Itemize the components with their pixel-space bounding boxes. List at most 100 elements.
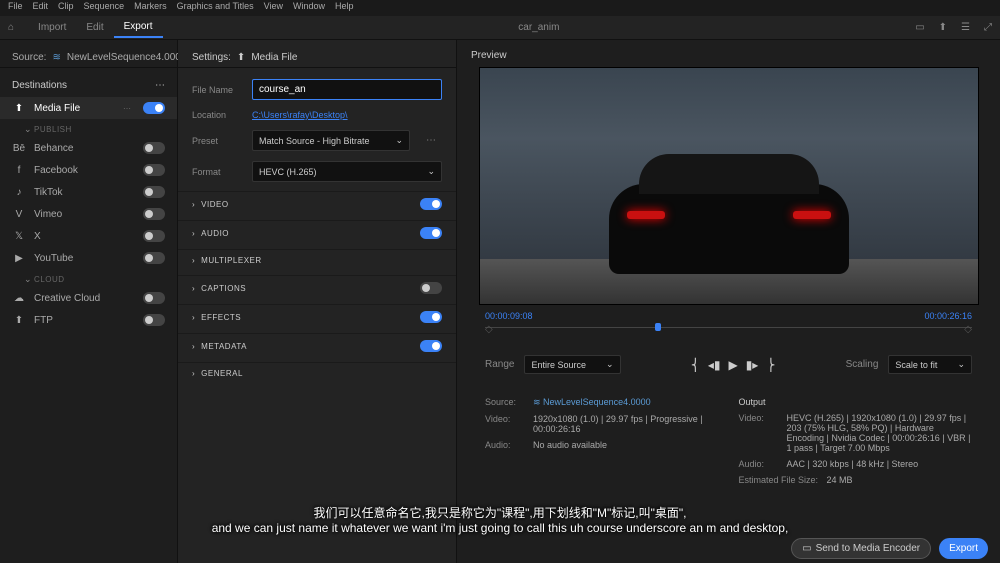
upload-icon: ⬆ [12,103,26,114]
home-icon[interactable]: ⌂ [8,22,14,33]
preview-viewport[interactable] [479,67,979,305]
preset-select[interactable]: Match Source - High Bitrate⌄ [252,130,410,151]
toggle[interactable] [143,164,165,176]
more-icon[interactable]: ⋯ [155,80,165,91]
export-button[interactable]: Export [939,538,988,559]
fullscreen-icon[interactable]: ⤢ [984,22,992,33]
cloud-section: ⌄CLOUD [0,269,177,287]
preview-panel: Preview 00:00:09:08 00:00:26:16 ◇ ◇ Rang… [457,40,1000,563]
encoder-icon: ▭ [802,543,811,554]
menu-clip[interactable]: Clip [58,1,74,15]
section-metadata[interactable]: ›METADATA [178,333,456,358]
timeline-scrubber[interactable]: ◇ ◇ [485,327,972,341]
menu-edit[interactable]: Edit [33,1,49,15]
tiktok-icon: ♪ [12,187,26,198]
section-multiplexer[interactable]: ›MULTIPLEXER [178,249,456,271]
x-icon: 𝕏 [12,231,26,242]
menu-sequence[interactable]: Sequence [84,1,125,15]
toggle[interactable] [143,230,165,242]
source-name: NewLevelSequence4.0000 [67,52,187,63]
dest-media-file[interactable]: ⬆ Media File ⋯ [0,97,177,119]
play-icon[interactable]: ▶ [728,358,737,372]
chevron-right-icon: › [192,256,195,265]
list-icon[interactable]: ☰ [961,22,970,33]
dest-facebook[interactable]: fFacebook [0,159,177,181]
share-icon[interactable]: ⬆ [939,22,947,33]
section-captions[interactable]: ›CAPTIONS [178,275,456,300]
vimeo-icon: V [12,209,26,220]
chevron-right-icon: › [192,342,195,351]
destinations-header: Destinations ⋯ [0,74,177,97]
prev-frame-icon[interactable]: ◂▮ [708,358,721,372]
item-more-icon[interactable]: ⋯ [123,104,131,113]
chevron-right-icon: › [192,200,195,209]
chevron-down-icon: ⌄ [957,359,965,370]
menu-file[interactable]: File [8,1,23,15]
menu-window[interactable]: Window [293,1,325,15]
section-video[interactable]: ›VIDEO [178,191,456,216]
toggle[interactable] [420,282,442,294]
tab-export[interactable]: Export [114,17,163,38]
section-effects[interactable]: ›EFFECTS [178,304,456,329]
send-to-encoder-button[interactable]: ▭Send to Media Encoder [791,538,931,559]
format-label: Format [192,167,242,177]
facebook-icon: f [12,165,26,176]
toggle[interactable] [143,142,165,154]
chevron-down-icon: ⌄ [427,166,435,177]
toggle[interactable] [143,252,165,264]
playhead[interactable] [655,323,661,331]
dest-toggle[interactable] [143,102,165,114]
project-title: car_anim [163,22,916,33]
format-select[interactable]: HEVC (H.265)⌄ [252,161,442,182]
publish-section: ⌄PUBLISH [0,119,177,137]
dest-vimeo[interactable]: VVimeo [0,203,177,225]
chevron-down-icon: ⌄ [606,359,614,370]
range-label: Range [485,359,514,370]
chevron-down-icon: ⌄ [395,135,403,146]
menu-help[interactable]: Help [335,1,354,15]
preset-more-icon[interactable]: ⋯ [420,135,442,146]
menu-view[interactable]: View [264,1,283,15]
ftp-icon: ⬆ [12,315,26,326]
location-link[interactable]: C:\Users\rafay\Desktop\ [252,110,348,120]
dest-youtube[interactable]: ▶YouTube [0,247,177,269]
dest-tiktok[interactable]: ♪TikTok [0,181,177,203]
tab-import[interactable]: Import [28,18,76,37]
dest-behance[interactable]: BēBehance [0,137,177,159]
dest-x[interactable]: 𝕏X [0,225,177,247]
settings-panel: Settings: ⬆ Media File File Name Locatio… [178,40,457,563]
mark-in-icon[interactable]: ⎨ [691,358,700,372]
top-bar: ⌂ Import Edit Export car_anim ▭ ⬆ ☰ ⤢ [0,16,1000,40]
output-metadata: Output Video:HEVC (H.265) | 1920x1080 (1… [739,394,973,488]
filename-input[interactable] [252,79,442,100]
dest-creative-cloud[interactable]: ☁Creative Cloud [0,287,177,309]
tab-edit[interactable]: Edit [76,18,113,37]
range-select[interactable]: Entire Source⌄ [524,355,620,374]
toggle[interactable] [420,198,442,210]
next-frame-icon[interactable]: ▮▸ [746,358,759,372]
section-general[interactable]: ›GENERAL [178,362,456,384]
toggle[interactable] [143,208,165,220]
toggle[interactable] [143,314,165,326]
toggle[interactable] [420,340,442,352]
section-audio[interactable]: ›AUDIO [178,220,456,245]
location-label: Location [192,110,242,120]
total-time: 00:00:26:16 [924,311,972,321]
source-label: Source: [12,52,46,63]
preset-label: Preset [192,136,242,146]
youtube-icon: ▶ [12,253,26,264]
dest-ftp[interactable]: ⬆FTP [0,309,177,331]
menu-bar[interactable]: File Edit Clip Sequence Markers Graphics… [0,0,1000,16]
mark-out-icon[interactable]: ⎬ [766,358,775,372]
menu-markers[interactable]: Markers [134,1,167,15]
cloud-icon: ☁ [12,293,26,304]
menu-graphics[interactable]: Graphics and Titles [177,1,254,15]
workspace-icon[interactable]: ▭ [915,22,924,33]
toggle[interactable] [143,292,165,304]
toggle[interactable] [143,186,165,198]
scaling-select[interactable]: Scale to fit⌄ [888,355,972,374]
toggle[interactable] [420,227,442,239]
toggle[interactable] [420,311,442,323]
source-row[interactable]: Source: ≋ NewLevelSequence4.0000 [0,48,177,68]
filename-label: File Name [192,85,242,95]
